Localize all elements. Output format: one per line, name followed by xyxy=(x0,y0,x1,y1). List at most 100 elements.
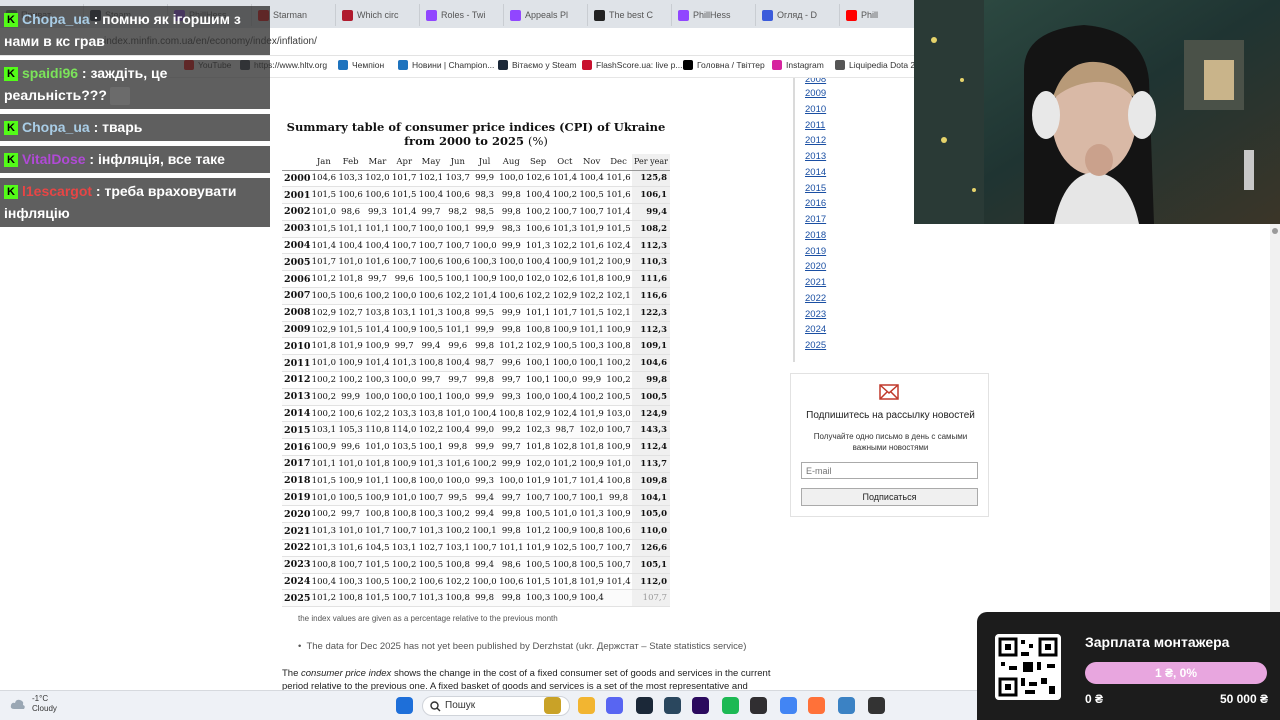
weather-widget[interactable]: -1°C Cloudy xyxy=(10,694,57,714)
year-cell: 2023 xyxy=(282,556,311,574)
browser-tab[interactable]: Phill xyxy=(840,4,914,26)
scrollbar-thumb[interactable] xyxy=(1272,228,1278,234)
cpi-value-cell: 100,7 xyxy=(524,489,552,507)
year-cell: 2006 xyxy=(282,270,311,289)
year-link[interactable]: 2017 xyxy=(805,212,913,228)
windows-start-icon[interactable] xyxy=(396,697,413,714)
cpi-value-cell: 100,2 xyxy=(390,573,418,591)
table-title-unit: (%) xyxy=(527,134,548,148)
year-link[interactable]: 2025 xyxy=(805,338,913,354)
year-link[interactable]: 2013 xyxy=(805,149,913,165)
cpi-value-cell: 100,8 xyxy=(444,556,472,574)
cpi-value-cell: 100,0 xyxy=(497,270,525,289)
cpi-value-cell: 100,9 xyxy=(390,321,418,339)
browser-tab[interactable]: Огляд - D xyxy=(756,4,840,26)
year-link[interactable]: 2010 xyxy=(805,102,913,118)
year-cell: 2003 xyxy=(282,220,311,238)
cpi-value-cell: 100,0 xyxy=(551,371,579,389)
subscribe-button[interactable]: Подписаться xyxy=(801,488,978,506)
browser-tab[interactable]: Appeals Pl xyxy=(504,4,588,26)
search-icon xyxy=(430,701,441,712)
cpi-value-cell: 101,4 xyxy=(471,287,498,305)
discord-icon[interactable] xyxy=(606,697,623,714)
chrome-icon[interactable] xyxy=(780,697,797,714)
cpi-value-cell: 101,6 xyxy=(364,253,391,272)
year-cell: 2013 xyxy=(282,388,311,406)
year-link[interactable]: 2011 xyxy=(805,118,913,134)
bookmark-item[interactable]: Вітаємо у Steam xyxy=(498,60,577,70)
youtube-icon xyxy=(846,9,857,21)
year-link[interactable]: 2014 xyxy=(805,165,913,181)
browser-tab[interactable]: PhillHess xyxy=(672,4,756,26)
cpi-value-cell: 100,0 xyxy=(471,573,498,591)
per-year-cell: 112,3 xyxy=(632,321,670,339)
snipping-icon[interactable] xyxy=(838,697,855,714)
steam-tray-icon[interactable] xyxy=(664,697,681,714)
firefox-icon[interactable] xyxy=(808,697,825,714)
cpi-value-cell: 101,5 xyxy=(310,186,338,205)
cpi-value-cell: 100,8 xyxy=(497,405,525,423)
year-link[interactable]: 2008 xyxy=(805,78,913,86)
year-link[interactable]: 2024 xyxy=(805,322,913,338)
bookmark-item[interactable]: Liquipedia Dota 2... xyxy=(835,60,922,70)
bookmark-item[interactable]: Чемпіон xyxy=(338,60,384,70)
cpi-value-cell: 101,3 xyxy=(417,455,445,473)
email-field[interactable] xyxy=(801,462,978,479)
cpi-value-cell: 100,5 xyxy=(605,388,632,406)
cpi-value-cell: 101,3 xyxy=(551,220,579,238)
cpi-value-cell: 101,3 xyxy=(524,237,552,255)
year-link[interactable]: 2020 xyxy=(805,259,913,275)
premiere-icon[interactable] xyxy=(692,697,709,714)
steam-icon[interactable] xyxy=(636,697,653,714)
browser-tab[interactable]: The best C xyxy=(588,4,672,26)
year-link[interactable]: 2015 xyxy=(805,181,913,197)
chat-username: VitalDose xyxy=(22,151,86,167)
bookmark-item[interactable]: Головна / Твіттер xyxy=(683,60,765,70)
flashscore-icon xyxy=(582,60,592,70)
cpi-value-cell: 100,5 xyxy=(578,186,606,205)
cpi-value-cell: 100,4 xyxy=(364,237,391,255)
obs-icon[interactable] xyxy=(750,697,767,714)
browser-tab[interactable]: Roles - Twi xyxy=(420,4,504,26)
cpi-value-cell: 100,9 xyxy=(364,337,391,356)
cpi-value-cell: 100,5 xyxy=(524,505,552,524)
cpi-value-cell: 100,9 xyxy=(390,455,418,473)
year-link[interactable]: 2022 xyxy=(805,291,913,307)
year-cell: 2007 xyxy=(282,287,311,305)
cpi-value-cell: 101,6 xyxy=(578,237,606,255)
spotify-icon[interactable] xyxy=(722,697,739,714)
cpi-value-cell: 102,9 xyxy=(524,337,552,356)
cpi-value-cell: 99,9 xyxy=(578,371,606,389)
cpi-value-cell: 101,4 xyxy=(551,170,579,188)
cpi-value-cell: 99,7 xyxy=(364,270,391,289)
widgets-icon[interactable] xyxy=(544,697,561,714)
file-explorer-icon[interactable] xyxy=(578,697,595,714)
cpi-value-cell: 101,9 xyxy=(337,337,365,356)
year-link[interactable]: 2021 xyxy=(805,275,913,291)
year-link[interactable]: 2009 xyxy=(805,86,913,102)
table-row: 2007 100,5 100,6 100,2 100,0 100,6 102,2 101,4 1… xyxy=(282,287,670,305)
year-link[interactable]: 2019 xyxy=(805,244,913,260)
cpi-value-cell: 101,7 xyxy=(310,253,338,272)
table-title-line1: Summary table of consumer price indices … xyxy=(286,120,666,134)
year-link[interactable]: 2016 xyxy=(805,196,913,212)
game-icon[interactable] xyxy=(868,697,885,714)
cpi-value-cell: 99,6 xyxy=(444,337,472,356)
browser-tab[interactable]: Which circ xyxy=(336,4,420,26)
cpi-value-cell: 100,0 xyxy=(471,237,498,255)
bookmark-item[interactable]: Новини | Champion... xyxy=(398,60,494,70)
year-link[interactable]: 2023 xyxy=(805,307,913,323)
qr-code-icon xyxy=(995,634,1061,700)
chat-message: Kspaidi96 : заждіть, це реальність??? xyxy=(0,60,270,109)
cpi-value-cell: 101,3 xyxy=(578,505,606,524)
bookmark-item[interactable]: FlashScore.ua: live р... xyxy=(582,60,682,70)
year-link[interactable]: 2018 xyxy=(805,228,913,244)
cpi-value-cell: 100,0 xyxy=(444,472,472,490)
year-link[interactable]: 2012 xyxy=(805,133,913,149)
cpi-value-cell: 102,2 xyxy=(417,421,445,440)
cpi-value-cell: 100,2 xyxy=(524,203,552,221)
table-row: 2005 101,7 101,0 101,6 100,7 100,6 100,6 100,3 1… xyxy=(282,253,670,272)
cpi-value-cell: 102,0 xyxy=(524,455,552,473)
bookmark-item[interactable]: Instagram xyxy=(772,60,824,70)
cpi-value-cell: 100,5 xyxy=(578,556,606,574)
